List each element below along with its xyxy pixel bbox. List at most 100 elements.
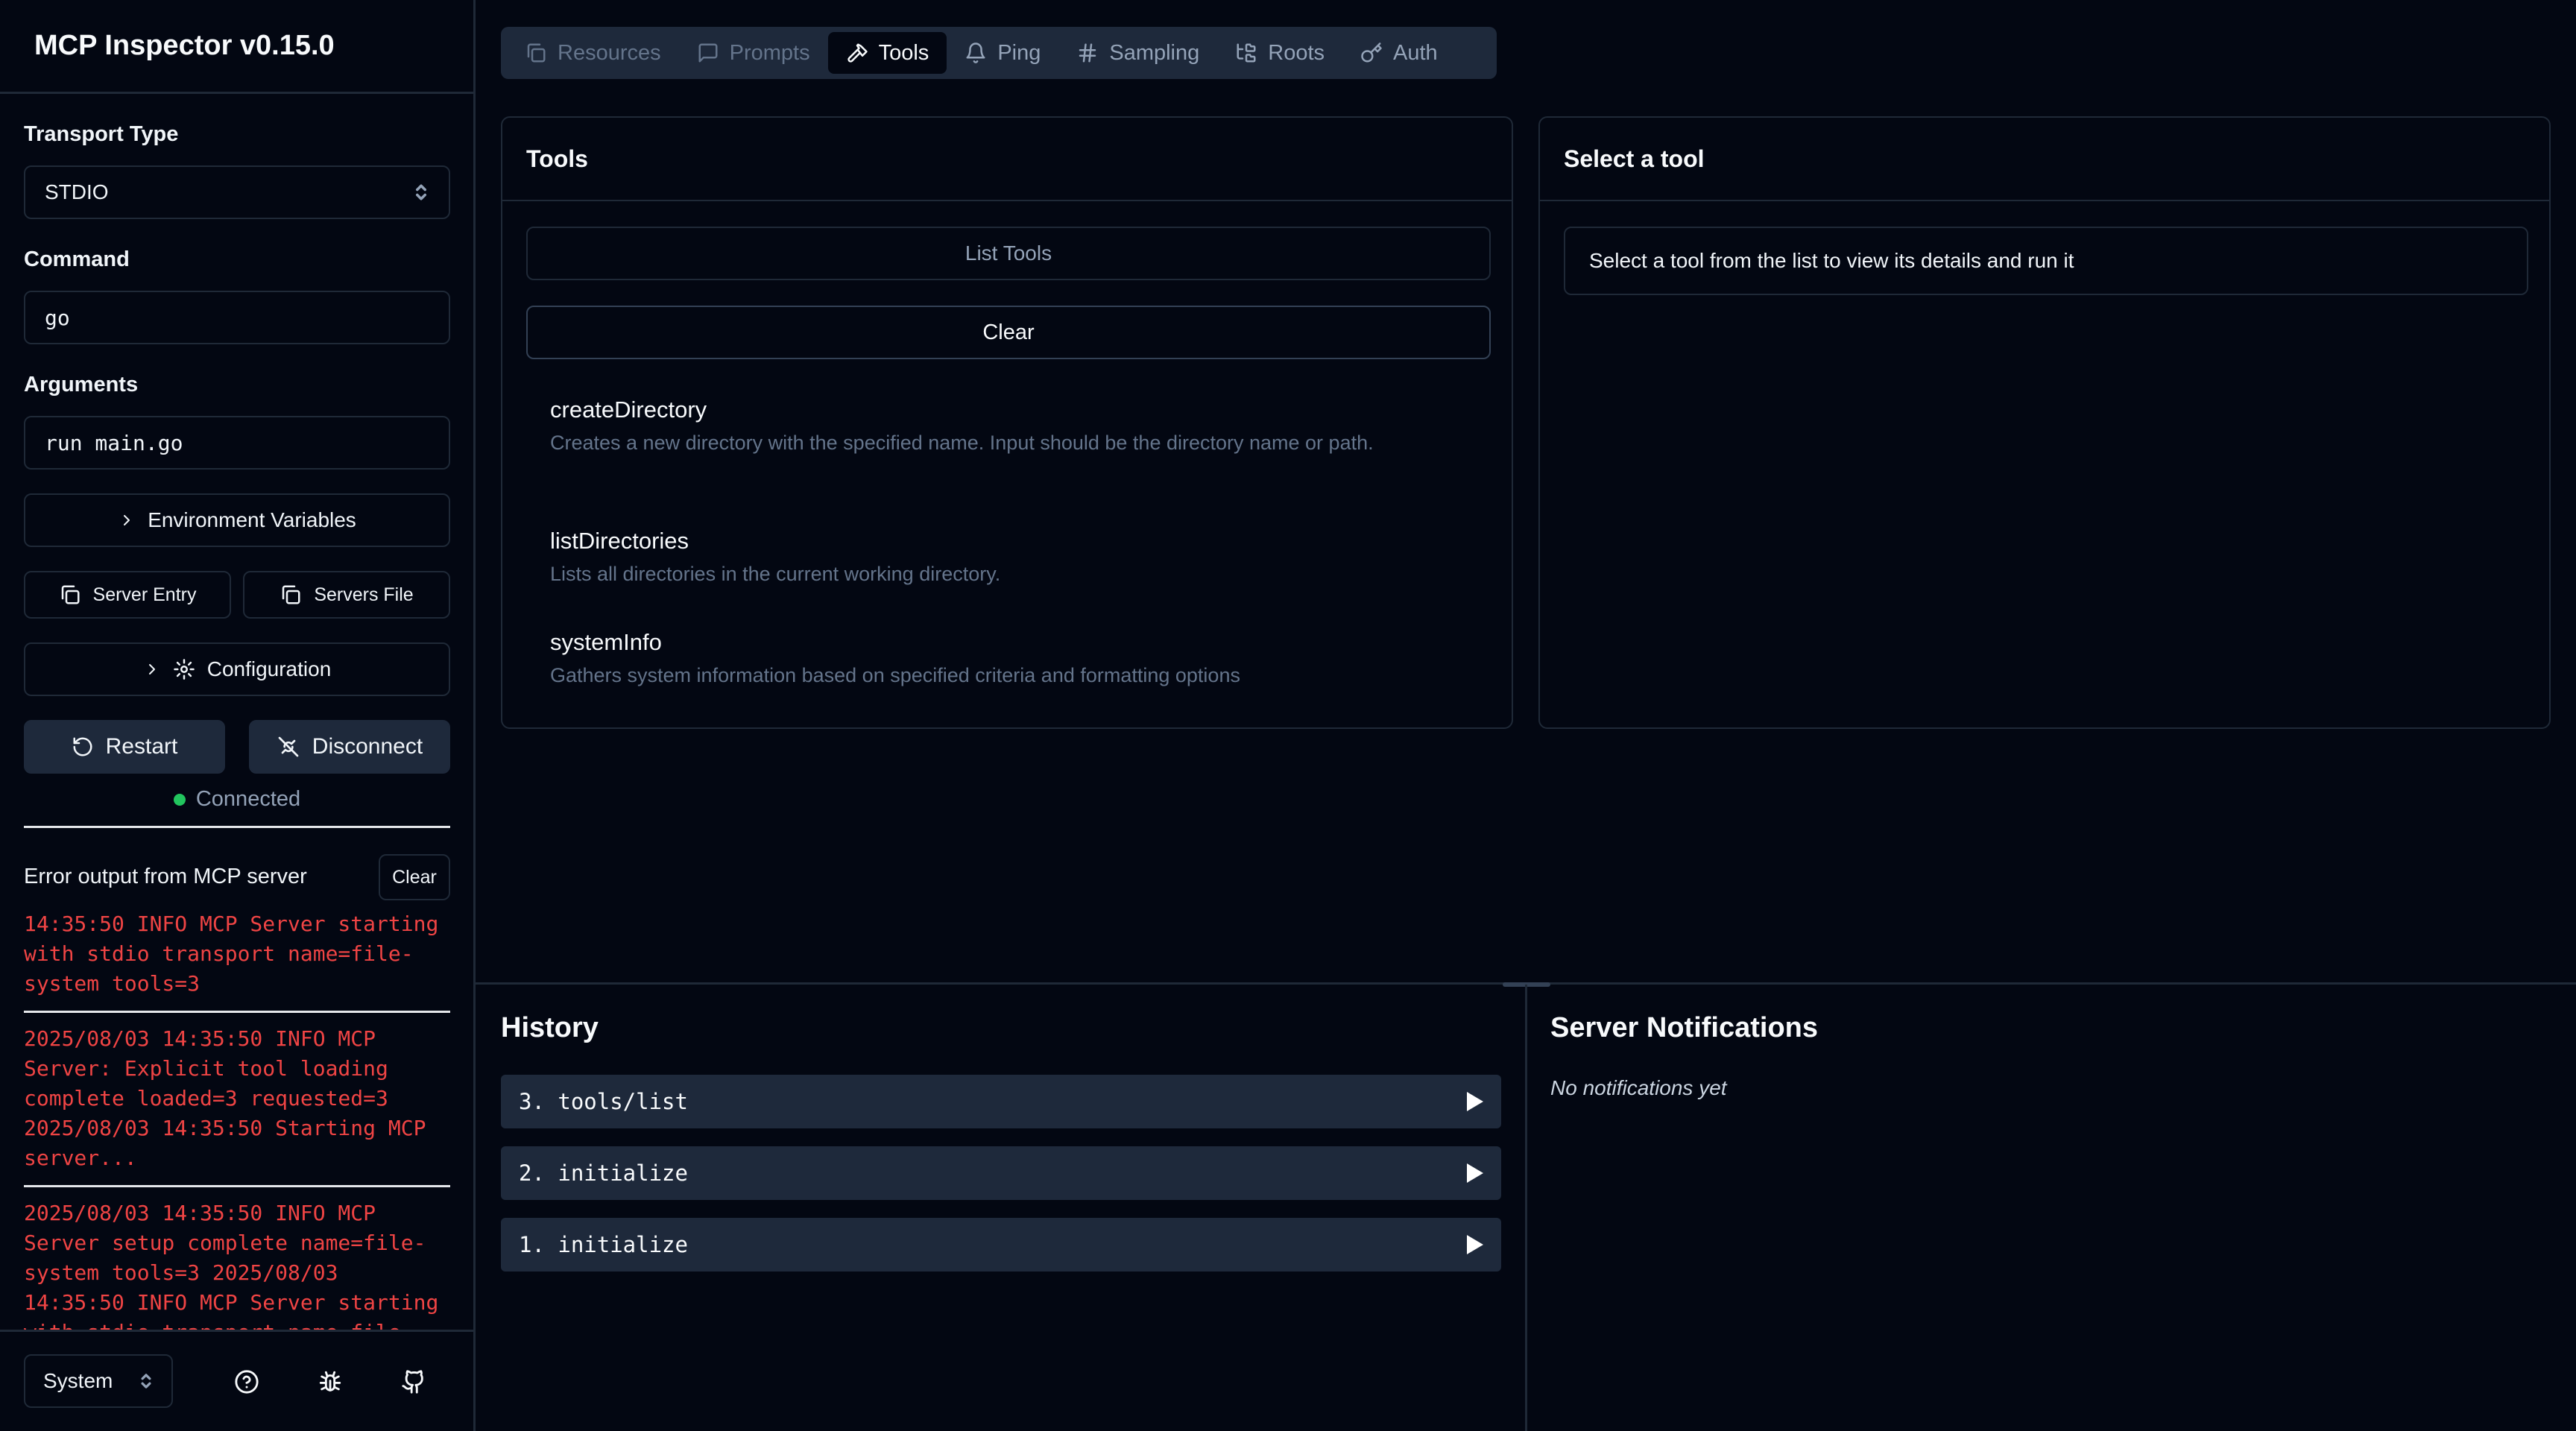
files-icon (527, 43, 546, 63)
command-input[interactable]: go (24, 291, 450, 344)
server-entry-button[interactable]: Server Entry (24, 571, 231, 619)
tab-tools-label: Tools (878, 40, 929, 65)
theme-value: System (43, 1369, 113, 1392)
bug-icon[interactable] (318, 1369, 343, 1394)
command-label: Command (24, 247, 130, 271)
tool-list-item[interactable]: systemInfo Gathers system information ba… (550, 629, 1474, 690)
select-tool-message-text: Select a tool from the list to view its … (1589, 249, 2074, 272)
chevrons-up-down-icon (141, 1374, 151, 1389)
tab-resources[interactable]: Resources (507, 32, 679, 74)
chevron-right-icon (124, 515, 130, 525)
tab-sampling[interactable]: Sampling (1058, 32, 1217, 74)
environment-variables-label: Environment Variables (148, 508, 356, 531)
history-item[interactable]: 3. tools/list (501, 1075, 1501, 1128)
tool-name: createDirectory (550, 397, 707, 423)
divider (24, 1185, 450, 1187)
server-entry-label: Server Entry (92, 584, 197, 605)
tool-description: Creates a new directory with the specifi… (550, 432, 1374, 454)
tool-details-title: Select a tool (1540, 118, 2549, 201)
clear-tools-button[interactable]: Clear (526, 306, 1491, 359)
divider (24, 826, 450, 828)
play-icon (1467, 1163, 1483, 1183)
transport-type-label: Transport Type (24, 122, 179, 146)
rotate-ccw-icon (73, 737, 92, 756)
copy-icon (282, 585, 300, 604)
github-icon[interactable] (401, 1369, 426, 1394)
history-item-label: 3. tools/list (519, 1089, 688, 1114)
hash-icon (1079, 43, 1096, 63)
theme-select[interactable]: System (24, 1354, 173, 1408)
history-item-label: 1. initialize (519, 1232, 688, 1257)
app-title: MCP Inspector v0.15.0 (0, 0, 473, 94)
bell-icon (966, 42, 985, 63)
message-icon (698, 43, 718, 63)
tool-list-item[interactable]: createDirectory Creates a new directory … (550, 397, 1474, 458)
error-output-title: Error output from MCP server (24, 865, 307, 888)
command-value: go (45, 305, 70, 330)
transport-type-value: STDIO (45, 180, 109, 203)
chevrons-up-down-icon (416, 184, 426, 200)
chevron-right-icon (148, 664, 155, 675)
transport-type-select[interactable]: STDIO (24, 165, 450, 219)
tab-sampling-label: Sampling (1109, 40, 1200, 65)
error-clear-label: Clear (392, 866, 437, 888)
error-log-entry: 14:35:50 INFO MCP Server starting with s… (24, 912, 439, 996)
error-log-entry: 2025/08/03 14:35:50 INFO MCP Server setu… (24, 1201, 439, 1330)
help-circle-icon[interactable] (234, 1369, 259, 1394)
status-dot-icon (173, 793, 186, 806)
disconnect-button[interactable]: Disconnect (249, 720, 450, 774)
history-title: History (501, 1012, 599, 1043)
tab-ping[interactable]: Ping (947, 32, 1058, 74)
hammer-icon (847, 43, 868, 63)
tab-roots-label: Roots (1268, 40, 1325, 65)
history-item-label: 2. initialize (519, 1160, 688, 1186)
list-tools-button[interactable]: List Tools (526, 227, 1491, 280)
tool-name: systemInfo (550, 629, 662, 655)
tool-list-item[interactable]: listDirectories Lists all directories in… (550, 528, 1474, 589)
folder-tree-icon (1237, 43, 1256, 63)
tab-roots[interactable]: Roots (1217, 32, 1342, 74)
tab-bar: Resources Prompts Tools Ping Sampling Ro… (501, 27, 1497, 79)
tool-description: Lists all directories in the current wor… (550, 563, 1001, 585)
tool-description: Gathers system information based on spec… (550, 664, 1240, 686)
play-icon (1467, 1092, 1483, 1111)
arguments-value: run main.go (45, 430, 183, 455)
error-output-log[interactable]: 14:35:50 INFO MCP Server starting with s… (0, 905, 473, 1330)
play-icon (1467, 1235, 1483, 1254)
notifications-empty-text: No notifications yet (1550, 1076, 1727, 1099)
tab-resources-label: Resources (558, 40, 661, 65)
history-item[interactable]: 2. initialize (501, 1146, 1501, 1200)
servers-file-button[interactable]: Servers File (243, 571, 450, 619)
server-notifications-title: Server Notifications (1550, 1012, 1818, 1043)
disconnect-label: Disconnect (312, 734, 423, 759)
tools-panel-title: Tools (502, 118, 1512, 201)
tools-panel: Tools List Tools Clear createDirectory C… (501, 116, 1513, 729)
copy-icon (61, 585, 80, 604)
clear-tools-label: Clear (982, 320, 1035, 344)
configuration-button[interactable]: Configuration (24, 642, 450, 696)
divider (24, 1011, 450, 1013)
sidebar-footer: System (0, 1330, 473, 1431)
servers-file-label: Servers File (314, 584, 414, 605)
divider (1525, 985, 1527, 1431)
key-icon (1361, 42, 1382, 63)
gear-icon (173, 659, 195, 680)
tab-prompts-label: Prompts (729, 40, 810, 65)
history-item[interactable]: 1. initialize (501, 1218, 1501, 1272)
tab-ping-label: Ping (997, 40, 1041, 65)
error-clear-button[interactable]: Clear (379, 854, 450, 900)
connection-status: Connected (24, 787, 450, 812)
select-tool-message: Select a tool from the list to view its … (1564, 227, 2528, 295)
restart-button[interactable]: Restart (24, 720, 225, 774)
tab-auth[interactable]: Auth (1342, 32, 1456, 74)
restart-label: Restart (105, 734, 178, 759)
arguments-input[interactable]: run main.go (24, 416, 450, 470)
tab-tools[interactable]: Tools (827, 32, 947, 74)
environment-variables-button[interactable]: Environment Variables (24, 493, 450, 547)
unplug-icon (278, 736, 299, 757)
configuration-label: Configuration (206, 657, 332, 680)
connection-status-text: Connected (195, 787, 301, 811)
list-tools-label: List Tools (965, 241, 1052, 265)
sidebar: MCP Inspector v0.15.0 Transport Type STD… (0, 0, 476, 1431)
tab-prompts[interactable]: Prompts (679, 32, 828, 74)
